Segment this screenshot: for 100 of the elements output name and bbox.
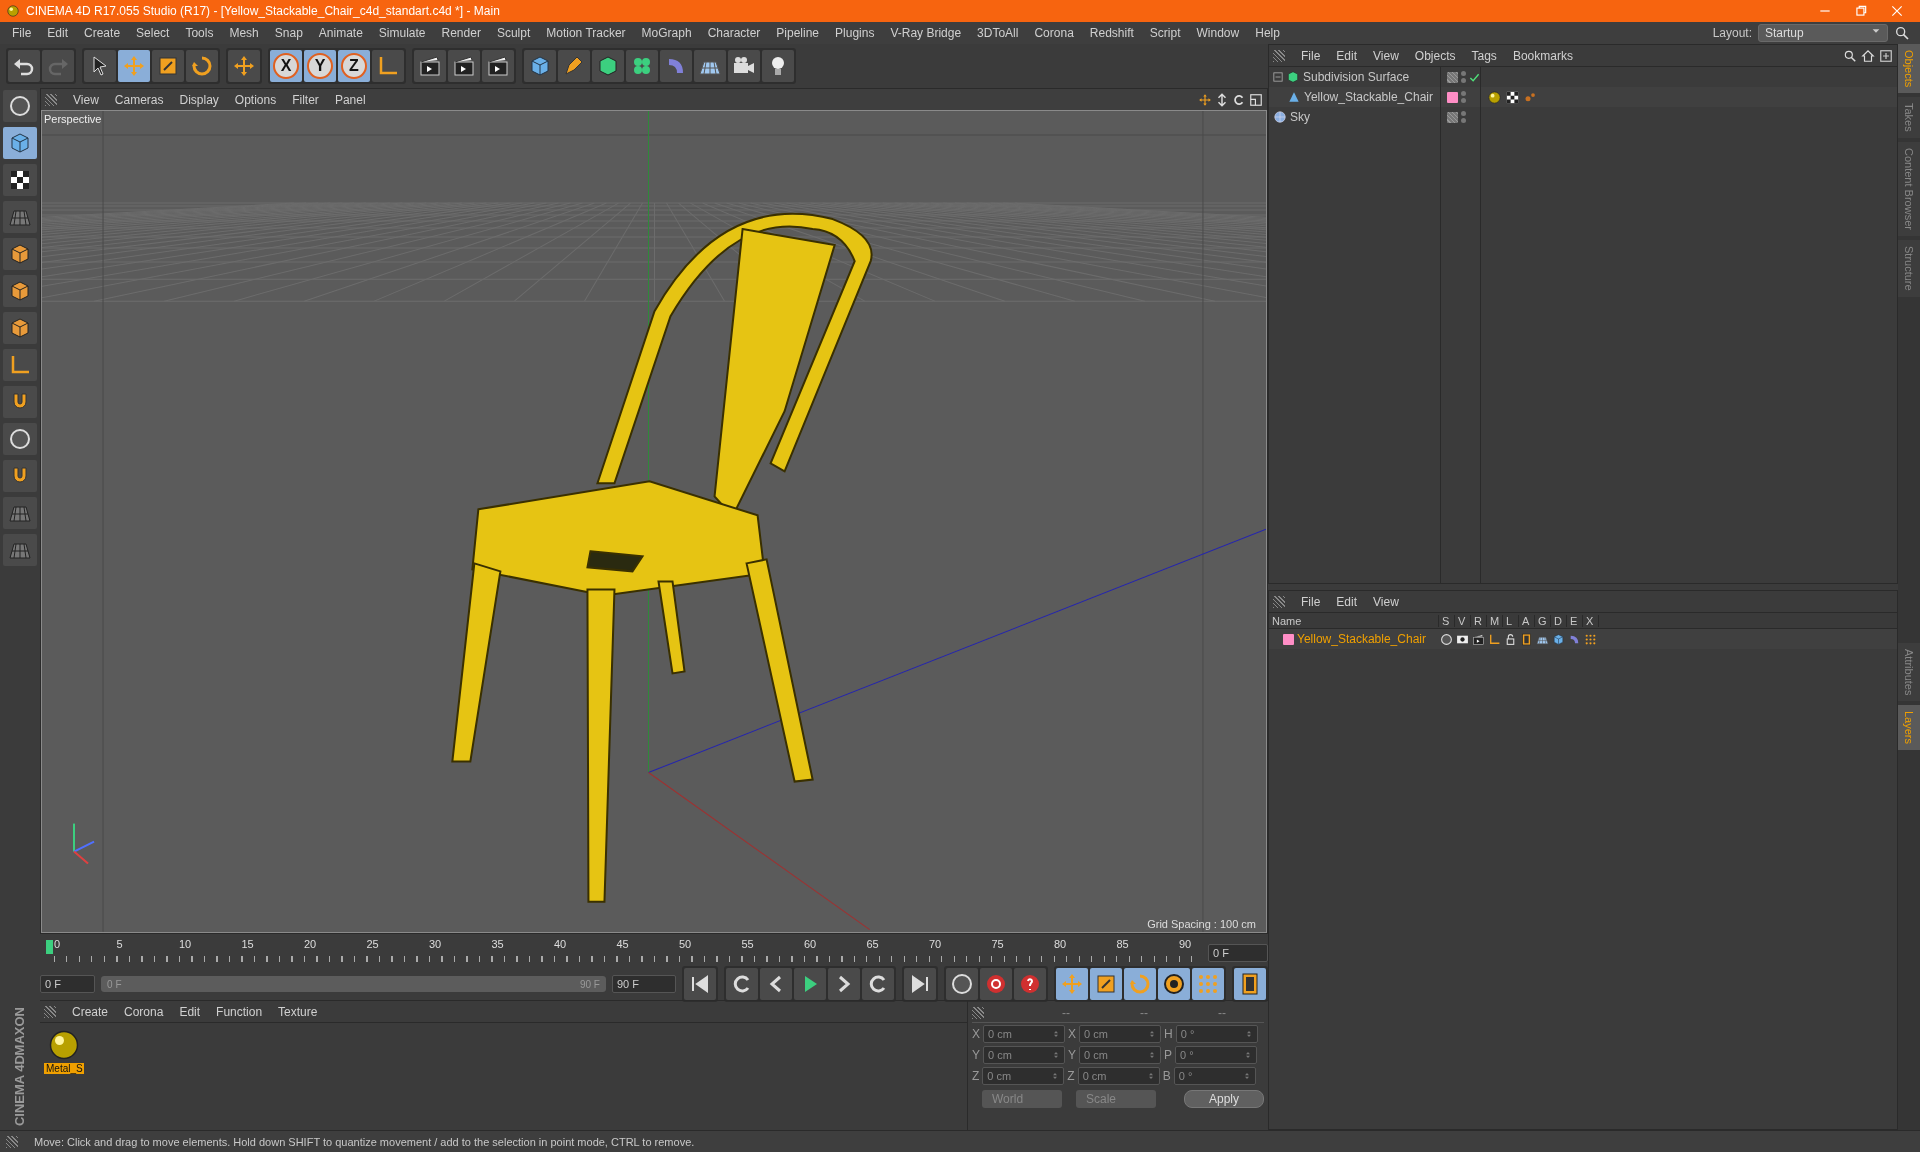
end-frame-field[interactable]: 90 F bbox=[611, 975, 676, 993]
pointer-tool-button[interactable] bbox=[84, 50, 116, 82]
menu-item[interactable]: Mesh bbox=[221, 26, 267, 40]
menu-item[interactable]: Help bbox=[1247, 26, 1288, 40]
menu-item[interactable]: Window bbox=[1188, 26, 1248, 40]
workplane-button[interactable] bbox=[3, 201, 37, 233]
timeline-button[interactable] bbox=[1234, 968, 1266, 1000]
tweak-mode-button[interactable] bbox=[3, 386, 37, 418]
layer-color-swatch[interactable] bbox=[1283, 633, 1294, 645]
render-picture-button[interactable] bbox=[448, 50, 480, 82]
menu-item[interactable]: Pipeline bbox=[768, 26, 828, 40]
workplane-lock-button[interactable] bbox=[3, 497, 37, 529]
points-mode-button[interactable] bbox=[3, 238, 37, 270]
menu-item[interactable]: Character bbox=[699, 26, 769, 40]
play-button[interactable] bbox=[794, 968, 826, 1000]
menu-item[interactable]: Simulate bbox=[370, 26, 434, 40]
layout-dropdown[interactable]: Startup bbox=[1758, 24, 1888, 42]
rotate-tool-button[interactable] bbox=[186, 50, 218, 82]
menu-item[interactable]: Render bbox=[433, 26, 489, 40]
menu-item[interactable]: Sculpt bbox=[488, 26, 539, 40]
menu-item[interactable]: 3DToAll bbox=[969, 26, 1027, 40]
menu-item[interactable]: Motion Tracker bbox=[538, 26, 634, 40]
menu-item[interactable]: Texture bbox=[270, 1004, 326, 1019]
playhead-marker[interactable] bbox=[46, 940, 53, 954]
no-layer-swatch[interactable] bbox=[1447, 71, 1458, 83]
motion-path-button[interactable] bbox=[946, 968, 978, 1000]
menu-item[interactable]: Function bbox=[208, 1004, 271, 1019]
menu-item[interactable]: MoGraph bbox=[633, 26, 700, 40]
transform-tool-button[interactable] bbox=[228, 50, 260, 82]
menu-item[interactable]: Cameras bbox=[106, 92, 172, 107]
position-field[interactable]: 0 cm bbox=[983, 1046, 1065, 1064]
menu-item[interactable]: Corona bbox=[1026, 26, 1082, 40]
next-key-button[interactable] bbox=[862, 968, 894, 1000]
menu-item[interactable]: Snap bbox=[266, 26, 311, 40]
menu-item[interactable]: View bbox=[1365, 594, 1407, 609]
object-name[interactable]: Subdivision Surface bbox=[1303, 70, 1410, 84]
position-field[interactable]: 0 cm bbox=[983, 1025, 1065, 1043]
tool-button[interactable] bbox=[3, 90, 37, 122]
next-frame-button[interactable] bbox=[828, 968, 860, 1000]
axis-mode-button[interactable] bbox=[3, 349, 37, 381]
floor-button[interactable] bbox=[694, 50, 726, 82]
no-layer-swatch[interactable] bbox=[1447, 111, 1458, 123]
apply-button[interactable]: Apply bbox=[1184, 1090, 1264, 1108]
menu-item[interactable]: Script bbox=[1141, 26, 1189, 40]
polygons-mode-button[interactable] bbox=[3, 312, 37, 344]
menu-item[interactable]: Animate bbox=[310, 26, 371, 40]
menu-item[interactable]: Create bbox=[64, 1004, 117, 1019]
menu-item[interactable]: Select bbox=[128, 26, 178, 40]
menu-item[interactable]: Objects bbox=[1406, 48, 1464, 63]
layer-name[interactable]: Yellow_Stackable_Chair bbox=[1297, 632, 1437, 646]
menu-item[interactable]: Edit bbox=[1328, 48, 1366, 63]
light-button[interactable] bbox=[762, 50, 794, 82]
record-button[interactable] bbox=[980, 968, 1012, 1000]
visibility-dots-icon[interactable] bbox=[1461, 91, 1466, 103]
size-field[interactable]: 0 cm bbox=[1077, 1067, 1160, 1085]
pen-tool-button[interactable] bbox=[558, 50, 590, 82]
deformer-button[interactable] bbox=[660, 50, 692, 82]
menu-item[interactable]: Bookmarks bbox=[1504, 48, 1581, 63]
menu-item[interactable]: Tools bbox=[177, 26, 222, 40]
go-to-start-button[interactable] bbox=[684, 968, 716, 1000]
visibility-dots-icon[interactable] bbox=[1461, 71, 1466, 83]
key-parameter-button[interactable] bbox=[1158, 968, 1190, 1000]
render-settings-button[interactable] bbox=[482, 50, 514, 82]
menu-item[interactable]: Redshift bbox=[1081, 26, 1142, 40]
model-mode-button[interactable] bbox=[3, 127, 37, 159]
menu-item[interactable]: Corona bbox=[116, 1004, 172, 1019]
scale-tool-button[interactable] bbox=[152, 50, 184, 82]
menu-item[interactable]: Plugins bbox=[827, 26, 883, 40]
visibility-dots-icon[interactable] bbox=[1461, 111, 1466, 123]
menu-item[interactable]: V-Ray Bridge bbox=[882, 26, 970, 40]
menu-item[interactable]: Display bbox=[171, 92, 227, 107]
autokey-button[interactable] bbox=[1014, 968, 1046, 1000]
snap-button[interactable] bbox=[3, 423, 37, 455]
menu-item[interactable]: Tags bbox=[1463, 48, 1505, 63]
menu-item[interactable]: View bbox=[65, 92, 107, 107]
previous-frame-button[interactable] bbox=[760, 968, 792, 1000]
axis-lock-button[interactable]: Y bbox=[304, 50, 336, 82]
texture-mode-button[interactable] bbox=[3, 164, 37, 196]
menu-item[interactable]: Edit bbox=[171, 1004, 209, 1019]
cube-object-button[interactable] bbox=[524, 50, 556, 82]
go-to-end-button[interactable] bbox=[904, 968, 936, 1000]
subdivision-button[interactable] bbox=[592, 50, 624, 82]
undo-button[interactable] bbox=[8, 50, 40, 82]
menu-item[interactable]: File bbox=[1293, 594, 1329, 609]
current-frame-field[interactable]: 0 F bbox=[1208, 944, 1268, 962]
rotation-field[interactable]: 0 ° bbox=[1175, 1025, 1258, 1043]
axis-lock-button[interactable]: X bbox=[270, 50, 302, 82]
magnet-button[interactable] bbox=[3, 460, 37, 492]
rotation-field[interactable]: 0 ° bbox=[1173, 1067, 1256, 1085]
position-field[interactable]: 0 cm bbox=[982, 1067, 1065, 1085]
menu-item[interactable]: File bbox=[4, 26, 40, 40]
menu-item[interactable]: Panel bbox=[326, 92, 374, 107]
viewport-canvas[interactable]: Perspective Grid Spacing : 100 cm bbox=[41, 110, 1267, 933]
menu-item[interactable]: Edit bbox=[39, 26, 77, 40]
edges-mode-button[interactable] bbox=[3, 275, 37, 307]
layer-color-swatch[interactable] bbox=[1447, 91, 1458, 103]
cloner-button[interactable] bbox=[626, 50, 658, 82]
rotation-field[interactable]: 0 ° bbox=[1175, 1046, 1258, 1064]
menu-item[interactable]: View bbox=[1365, 48, 1407, 63]
object-name[interactable]: Sky bbox=[1290, 110, 1310, 124]
